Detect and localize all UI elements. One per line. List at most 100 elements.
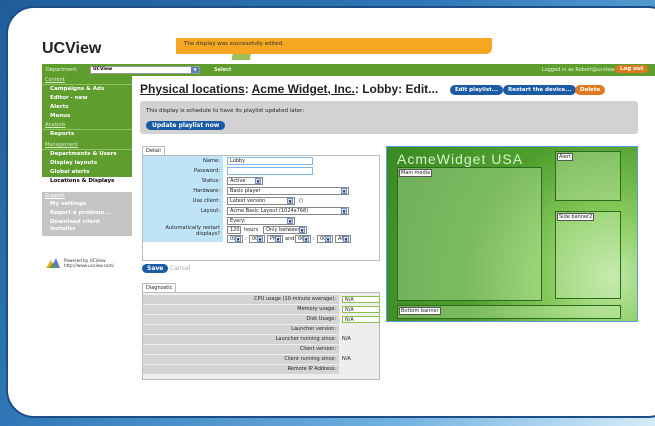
delete-button[interactable]: Delete bbox=[575, 85, 606, 95]
sidebar-group-management[interactable]: Management bbox=[42, 141, 132, 150]
sidebar-item-my-settings[interactable]: My settings bbox=[42, 200, 132, 209]
diag-label: Remote IP Address: bbox=[143, 365, 339, 374]
client-row: Use client: Latest version ▼ () bbox=[143, 196, 381, 206]
chevron-down-icon: ▼ bbox=[191, 67, 199, 73]
restart-hours-text: hours bbox=[244, 227, 259, 233]
name-row: Name: Lobby bbox=[143, 156, 381, 166]
hardware-value: Basic player bbox=[230, 188, 261, 194]
sidebar-item-departments[interactable]: Departments & Users bbox=[42, 150, 132, 159]
layout-label: Layout: bbox=[143, 206, 223, 216]
start-hour-select[interactable]: 09 ▼ bbox=[227, 235, 243, 243]
zone-label: Side banner2 bbox=[557, 213, 595, 221]
client-extra: () bbox=[299, 198, 303, 204]
sidebar-item-alerts[interactable]: Alerts bbox=[42, 103, 132, 112]
chevron-down-icon: ▼ bbox=[341, 188, 347, 194]
sidebar-item-download-client[interactable]: Download client installer bbox=[42, 218, 132, 236]
hardware-select[interactable]: Basic player ▼ bbox=[227, 187, 349, 195]
chevron-down-icon: ▼ bbox=[299, 227, 305, 233]
flash-decoration bbox=[214, 54, 274, 60]
end-ampm-select[interactable]: AM ▼ bbox=[335, 235, 351, 243]
tab-diagnostic[interactable]: Diagnostic bbox=[142, 283, 177, 292]
sidebar-item-report-problem[interactable]: Report a problem... bbox=[42, 209, 132, 218]
status-row: Status: Active ▼ bbox=[143, 176, 381, 186]
zone-alert[interactable]: Alert bbox=[555, 151, 621, 201]
sidebar: Content Campaigns & Ads Editor - new Ale… bbox=[42, 76, 132, 276]
cancel-button[interactable]: Cancel bbox=[170, 265, 190, 272]
time-separator: : bbox=[313, 236, 315, 242]
only-between-value: Only between: bbox=[266, 227, 303, 233]
layout-row: Layout: Acme Basic Layout (1024x768) ▼ bbox=[143, 206, 381, 216]
layout-select[interactable]: Acme Basic Layout (1024x768) ▼ bbox=[227, 207, 349, 215]
breadcrumb-separator: : bbox=[244, 82, 252, 96]
zone-main-media[interactable]: Main media bbox=[397, 167, 542, 301]
only-between-select[interactable]: Only between: ▼ bbox=[263, 226, 307, 234]
save-button[interactable]: Save bbox=[142, 264, 169, 273]
chevron-down-icon: ▼ bbox=[287, 198, 293, 204]
layout-value: Acme Basic Layout (1024x768) bbox=[230, 208, 309, 214]
diag-row: CPU usage (10-minute average): N/A bbox=[143, 295, 381, 304]
password-label: Password: bbox=[143, 166, 223, 176]
client-select[interactable]: Latest version ▼ bbox=[227, 197, 295, 205]
tab-detail[interactable]: Detail bbox=[142, 146, 165, 155]
chevron-down-icon: ▼ bbox=[287, 218, 293, 224]
end-minute-select[interactable]: 00 ▼ bbox=[317, 235, 333, 243]
sidebar-item-editor[interactable]: Editor - new bbox=[42, 94, 132, 103]
password-row: Password: bbox=[143, 166, 381, 176]
sidebar-item-campaigns[interactable]: Campaigns & Ads bbox=[42, 85, 132, 94]
sidebar-item-reports[interactable]: Reports bbox=[42, 130, 132, 141]
sidebar-item-locations[interactable]: Locations & Displays bbox=[42, 177, 132, 186]
sidebar-item-menus[interactable]: Menus bbox=[42, 112, 132, 121]
zone-side-banner2[interactable]: Side banner2 bbox=[555, 211, 621, 299]
client-label: Use client: bbox=[143, 196, 223, 206]
diag-value: N/A bbox=[342, 296, 380, 303]
hardware-label: Hardware: bbox=[143, 186, 223, 196]
department-select[interactable]: UCView ▼ bbox=[90, 66, 200, 74]
update-playlist-button[interactable]: Update playlist now bbox=[146, 121, 226, 130]
preview-brand: AcmeWidget USA bbox=[397, 151, 524, 167]
breadcrumb-company[interactable]: Acme Widget, Inc. bbox=[252, 82, 355, 96]
zone-bottom-banner[interactable]: Bottom banner bbox=[397, 305, 621, 319]
logout-button[interactable]: Log out bbox=[615, 65, 649, 73]
sidebar-group-content[interactable]: Content bbox=[42, 76, 132, 85]
sidebar-item-global-alerts[interactable]: Global alerts bbox=[42, 168, 132, 177]
chevron-down-icon: ▼ bbox=[257, 236, 263, 242]
breadcrumb-current: : Lobby: Edit... bbox=[354, 82, 439, 96]
diag-value: N/A bbox=[342, 336, 351, 342]
status-value: Active bbox=[230, 178, 246, 184]
zone-label: Alert bbox=[557, 153, 573, 161]
client-value: Latest version bbox=[230, 198, 266, 204]
restart-frequency-select[interactable]: Every: ▼ bbox=[227, 217, 295, 225]
sidebar-group-analysis[interactable]: Analysis bbox=[42, 121, 132, 130]
restart-hours-field[interactable]: 120 bbox=[227, 226, 241, 234]
zone-label: Bottom banner bbox=[399, 307, 441, 315]
restart-label: Automatically restart displays? bbox=[143, 216, 223, 242]
and-text: and bbox=[285, 236, 295, 242]
diag-value: N/A bbox=[342, 356, 351, 362]
diag-label: Launcher running since: bbox=[143, 335, 339, 344]
diag-label: Memory usage: bbox=[143, 305, 339, 314]
start-minute-select[interactable]: 00 ▼ bbox=[249, 235, 265, 243]
restart-device-button[interactable]: Restart the device... bbox=[503, 85, 577, 95]
chevron-down-icon: ▼ bbox=[303, 236, 309, 242]
detail-panel: Name: Lobby Password: Status: Active ▼ Ha… bbox=[142, 155, 380, 261]
diagnostic-panel: CPU usage (10-minute average): N/A Memory… bbox=[142, 292, 380, 380]
sidebar-item-display-layouts[interactable]: Display layouts bbox=[42, 159, 132, 168]
restart-row: Automatically restart displays? Every: ▼ … bbox=[143, 216, 381, 243]
password-field[interactable] bbox=[227, 167, 313, 175]
diag-value: N/A bbox=[342, 316, 380, 323]
status-select[interactable]: Active ▼ bbox=[227, 177, 263, 185]
breadcrumb-physical-locations[interactable]: Physical locations bbox=[140, 82, 245, 96]
flash-message: The display was successfully edited. bbox=[176, 38, 492, 54]
name-label: Name: bbox=[143, 156, 223, 166]
edit-playlist-button[interactable]: Edit playlist... bbox=[450, 85, 504, 95]
diag-value bbox=[342, 366, 380, 373]
top-bar: Department: UCView ▼ Select Logged in as… bbox=[42, 64, 655, 76]
diag-value bbox=[342, 326, 380, 333]
start-ampm-select[interactable]: PM ▼ bbox=[267, 235, 283, 243]
name-field[interactable]: Lobby bbox=[227, 157, 313, 165]
logged-in-text: Logged in as Robert@ucview.com bbox=[542, 67, 627, 73]
select-department-button[interactable]: Select bbox=[214, 67, 231, 73]
end-hour-select[interactable]: 06 ▼ bbox=[295, 235, 311, 243]
time-separator: : bbox=[245, 236, 247, 242]
sidebar-group-support[interactable]: Support bbox=[42, 192, 132, 200]
